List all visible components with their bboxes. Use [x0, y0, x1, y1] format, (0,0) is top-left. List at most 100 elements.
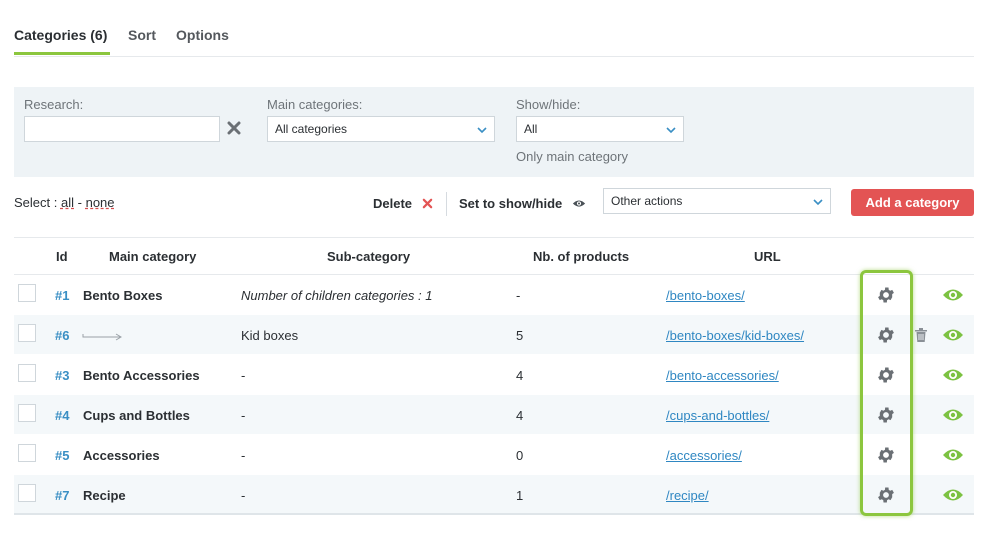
- select-control: Select : all - none: [14, 195, 115, 210]
- row-main-category: Cups and Bottles: [83, 408, 190, 423]
- toolbar-divider: [446, 192, 447, 216]
- eye-icon[interactable]: [942, 366, 964, 384]
- active-tab-indicator: [14, 52, 110, 55]
- eye-icon[interactable]: [942, 406, 964, 424]
- eye-icon[interactable]: [942, 446, 964, 464]
- select-label: Select :: [14, 195, 58, 210]
- table-row: #3 Bento Accessories - 4 /bento-accessor…: [14, 355, 974, 395]
- categories-table: Id Main category Sub-category Nb. of pro…: [14, 237, 974, 515]
- row-main-category: Accessories: [83, 448, 160, 463]
- row-url-link[interactable]: /recipe/: [666, 488, 709, 503]
- other-actions-value: Other actions: [611, 194, 683, 208]
- row-main-category: Recipe: [83, 488, 126, 503]
- row-url-link[interactable]: /bento-boxes/: [666, 288, 745, 303]
- clear-x-icon[interactable]: [226, 120, 242, 136]
- delete-button[interactable]: Delete: [373, 196, 433, 211]
- research-input[interactable]: [24, 116, 220, 142]
- trash-icon[interactable]: [912, 326, 930, 344]
- row-url: /bento-boxes/kid-boxes/: [666, 328, 804, 343]
- gear-icon[interactable]: [876, 405, 896, 425]
- bulk-toolbar: Select : all - none Delete Set to show/h…: [0, 187, 999, 227]
- eye-icon[interactable]: [942, 486, 964, 504]
- main-categories-select[interactable]: All categories: [267, 116, 495, 142]
- row-checkbox[interactable]: [18, 404, 36, 422]
- main-categories-value: All categories: [275, 122, 348, 136]
- gear-icon[interactable]: [876, 325, 896, 345]
- header-sub-category: Sub-category: [327, 249, 411, 264]
- gear-icon[interactable]: [876, 485, 896, 505]
- set-showhide-label: Set to show/hide: [459, 196, 563, 211]
- only-main-category-label: Only main category: [516, 149, 628, 164]
- eye-icon[interactable]: [942, 286, 964, 304]
- filter-panel: Research: Main categories: All categorie…: [14, 87, 974, 177]
- row-checkbox[interactable]: [18, 444, 36, 462]
- row-url: /cups-and-bottles/: [666, 408, 769, 423]
- showhide-value: All: [524, 122, 538, 136]
- row-id[interactable]: #7: [55, 488, 69, 503]
- row-nb-products: 5: [516, 328, 524, 343]
- tab-sort[interactable]: Sort: [128, 27, 156, 43]
- table-header: Id Main category Sub-category Nb. of pro…: [14, 237, 974, 275]
- chevron-down-icon: [813, 199, 823, 206]
- row-checkbox[interactable]: [18, 284, 36, 302]
- row-sub-category: -: [241, 448, 246, 463]
- row-url: /accessories/: [666, 448, 742, 463]
- delete-x-icon: [422, 198, 432, 209]
- row-checkbox[interactable]: [18, 324, 36, 342]
- row-nb-products: -: [516, 288, 521, 303]
- row-url-link[interactable]: /bento-accessories/: [666, 368, 779, 383]
- eye-icon: [572, 200, 586, 207]
- table-row: #6 Kid boxes 5 /bento-boxes/kid-boxes/: [14, 315, 974, 355]
- row-nb-products: 4: [516, 368, 524, 383]
- row-main-category: Bento Accessories: [83, 368, 200, 383]
- chevron-down-icon: [477, 127, 487, 134]
- research-label: Research:: [24, 97, 84, 112]
- row-sub-category: -: [241, 488, 246, 503]
- delete-label: Delete: [373, 196, 413, 211]
- add-category-button[interactable]: Add a category: [851, 189, 974, 216]
- select-all-link[interactable]: all: [61, 195, 74, 210]
- table-row: #1 Bento Boxes Number of children catego…: [14, 275, 974, 315]
- eye-icon[interactable]: [942, 326, 964, 344]
- select-none-link[interactable]: none: [86, 195, 115, 210]
- table-row: #7 Recipe - 1 /recipe/: [14, 475, 974, 515]
- gear-icon[interactable]: [876, 445, 896, 465]
- row-main-category: Bento Boxes: [83, 288, 163, 303]
- row-id[interactable]: #5: [55, 448, 69, 463]
- row-url: /bento-accessories/: [666, 368, 779, 383]
- set-showhide-button[interactable]: Set to show/hide: [459, 196, 586, 211]
- other-actions-select[interactable]: Other actions: [603, 188, 831, 214]
- row-sub-category: -: [241, 368, 246, 383]
- row-url: /bento-boxes/: [666, 288, 745, 303]
- header-id: Id: [56, 249, 68, 264]
- row-url-link[interactable]: /accessories/: [666, 448, 742, 463]
- main-categories-label: Main categories:: [267, 97, 363, 112]
- gear-icon[interactable]: [876, 365, 896, 385]
- row-checkbox[interactable]: [18, 364, 36, 382]
- table-row: #5 Accessories - 0 /accessories/: [14, 435, 974, 475]
- header-nb-products: Nb. of products: [533, 249, 630, 264]
- row-url-link[interactable]: /cups-and-bottles/: [666, 408, 769, 423]
- row-sub-category: Kid boxes: [241, 328, 299, 343]
- showhide-label: Show/hide:: [516, 97, 581, 112]
- tab-bar: Categories (6) Sort Options: [14, 0, 974, 57]
- row-sub-category: -: [241, 408, 246, 423]
- chevron-down-icon: [666, 127, 676, 134]
- row-url-link[interactable]: /bento-boxes/kid-boxes/: [666, 328, 804, 343]
- gear-icon[interactable]: [876, 285, 896, 305]
- row-nb-products: 0: [516, 448, 524, 463]
- tab-categories[interactable]: Categories (6): [14, 27, 107, 43]
- select-separator: -: [77, 195, 82, 210]
- showhide-select[interactable]: All: [516, 116, 684, 142]
- row-nb-products: 4: [516, 408, 524, 423]
- row-id[interactable]: #4: [55, 408, 69, 423]
- row-checkbox[interactable]: [18, 484, 36, 502]
- header-url: URL: [754, 249, 781, 264]
- row-url: /recipe/: [666, 488, 709, 503]
- row-id[interactable]: #6: [55, 328, 69, 343]
- row-nb-products: 1: [516, 488, 524, 503]
- row-id[interactable]: #3: [55, 368, 69, 383]
- tab-options[interactable]: Options: [176, 27, 229, 43]
- header-main-category: Main category: [109, 249, 197, 264]
- row-id[interactable]: #1: [55, 288, 69, 303]
